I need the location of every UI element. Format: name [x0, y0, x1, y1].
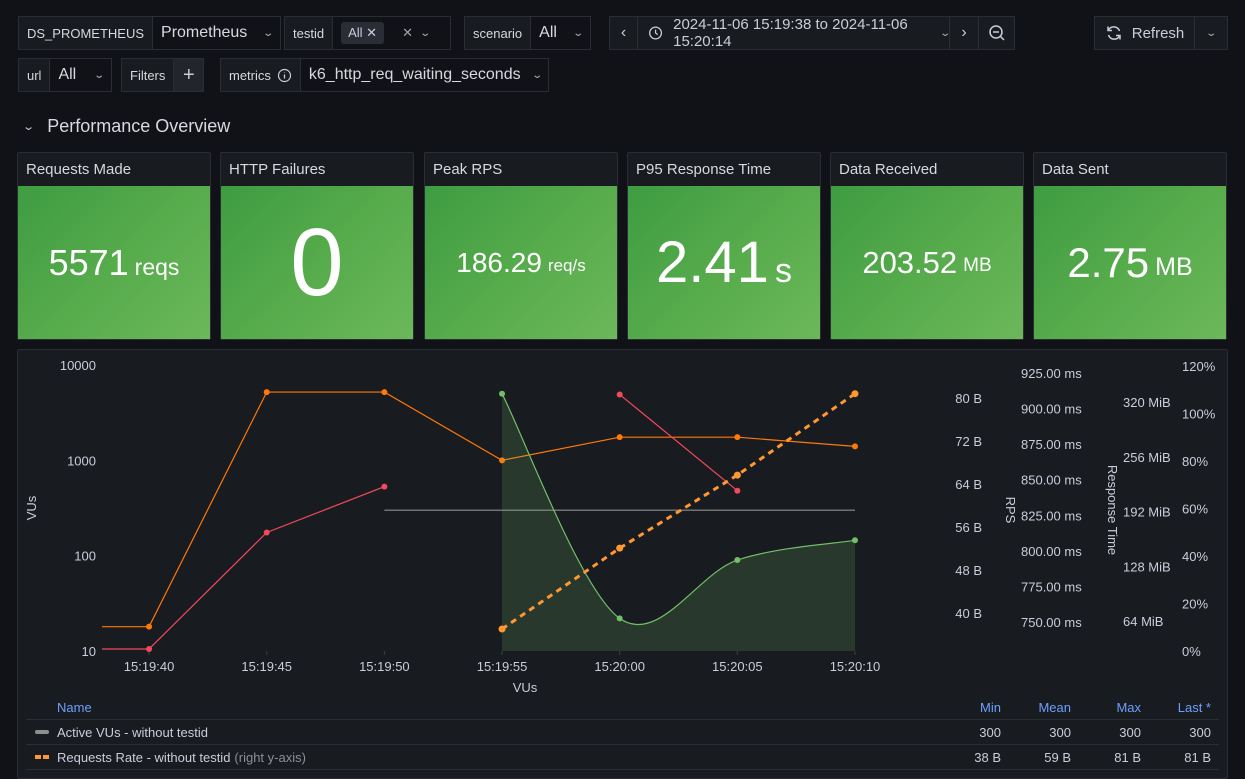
legend-series-name[interactable]: Requests Rate - without testid — [57, 750, 230, 765]
legend-header-mean[interactable]: Mean — [1001, 700, 1071, 715]
legend-series-name[interactable]: Active VUs - without testid — [57, 725, 208, 740]
series-color-swatch[interactable] — [35, 755, 49, 759]
y-tick-label: 1000 — [67, 453, 96, 468]
right-y-tick-label: 128 MiB — [1123, 559, 1171, 574]
right-y-tick-label: 925.00 ms — [1021, 366, 1082, 381]
x-tick-label: 15:20:10 — [830, 659, 881, 674]
right-y-tick-label: 900.00 ms — [1021, 402, 1082, 417]
legend-series-name-cell: Requests Rate - without testid (right y-… — [26, 750, 931, 765]
legend-header: Name Min Mean Max Last * — [26, 696, 1219, 720]
data-point — [851, 390, 859, 398]
x-tick-label: 15:20:05 — [712, 659, 763, 674]
data-point — [263, 529, 270, 536]
x-axis-title: VUs — [513, 680, 538, 695]
right-y-axis-title: Response Time — [1105, 465, 1120, 555]
right-y-tick-label: 192 MiB — [1123, 505, 1171, 520]
right-y-tick-label: 40% — [1182, 549, 1208, 564]
data-point — [734, 434, 741, 441]
legend-series-name-cell: Active VUs - without testid — [26, 725, 931, 740]
y-tick-label: 10 — [82, 644, 96, 659]
y-axis-title: VUs — [24, 495, 39, 520]
legend-max: 300 — [1119, 724, 1141, 740]
series-line — [619, 394, 738, 492]
legend-header-last[interactable]: Last * — [1141, 700, 1219, 715]
data-point — [734, 487, 741, 494]
right-y-tick-label: 48 B — [955, 563, 982, 578]
right-y-tick-label: 72 B — [955, 434, 982, 449]
right-y-tick-label: 800.00 ms — [1021, 544, 1082, 559]
legend-min: 300 — [979, 724, 1001, 740]
legend-series-axis-note: (right y-axis) — [234, 749, 306, 765]
y-tick-label: 10000 — [60, 358, 96, 373]
data-point — [852, 537, 858, 544]
right-y-tick-label: 20% — [1182, 597, 1208, 612]
right-y-tick-label: 0% — [1182, 644, 1201, 659]
data-point — [733, 471, 741, 479]
timeseries-chart[interactable]: 10 100 1000 10000 VUs 15:19:40 15:19:45 15:19:5… — [0, 0, 1245, 700]
data-point — [381, 389, 388, 396]
legend-min: 38 B — [974, 749, 1001, 765]
right-y-axis-title: RPS — [1003, 497, 1018, 524]
y-tick-label: 100 — [74, 549, 96, 564]
right-y-tick-label: 825.00 ms — [1021, 508, 1082, 523]
right-y-tick-label: 100% — [1182, 407, 1216, 422]
right-y-tick-label: 875.00 ms — [1021, 437, 1082, 452]
right-y-tick-label: 775.00 ms — [1021, 579, 1082, 594]
data-point — [616, 544, 624, 552]
legend-header-name[interactable]: Name — [26, 700, 931, 715]
legend-mean: 59 B — [1044, 749, 1071, 765]
legend-max: 81 B — [1114, 749, 1141, 765]
data-point — [616, 391, 623, 398]
legend-last: 81 B — [1184, 749, 1211, 765]
series-color-swatch[interactable] — [35, 730, 49, 734]
right-y-tick-label: 40 B — [955, 606, 982, 621]
data-point — [499, 390, 506, 397]
data-point — [616, 615, 623, 622]
legend-table: Name Min Mean Max Last * Active VUs - wi… — [26, 696, 1219, 770]
right-y-tick-label: 120% — [1182, 359, 1216, 374]
right-y-tick-label: 850.00 ms — [1021, 473, 1082, 488]
right-y-tick-label: 64 MiB — [1123, 614, 1163, 629]
x-tick-label: 15:19:55 — [477, 659, 528, 674]
data-point — [146, 645, 153, 652]
x-tick-label: 15:19:40 — [124, 659, 175, 674]
legend-header-max[interactable]: Max — [1071, 700, 1141, 715]
data-point — [852, 443, 858, 450]
right-y-tick-label: 56 B — [955, 520, 982, 535]
legend-row[interactable]: Active VUs - without testid 300 300 300 … — [26, 720, 1219, 745]
data-point — [616, 434, 623, 441]
x-tick-label: 15:19:50 — [359, 659, 410, 674]
x-tick-label: 15:19:45 — [241, 659, 292, 674]
right-y-tick-label: 64 B — [955, 477, 982, 492]
legend-last: 300 — [1189, 724, 1211, 740]
data-point — [381, 483, 388, 490]
legend-mean: 300 — [1049, 724, 1071, 740]
legend-row[interactable]: Requests Rate - without testid (right y-… — [26, 745, 1219, 770]
right-y-tick-label: 60% — [1182, 502, 1208, 517]
series-line — [102, 486, 385, 650]
series-area-fill — [502, 393, 855, 651]
data-point — [146, 623, 153, 630]
right-y-tick-label: 256 MiB — [1123, 450, 1171, 465]
right-y-tick-label: 750.00 ms — [1021, 615, 1082, 630]
right-y-tick-label: 80 B — [955, 391, 982, 406]
data-point — [263, 389, 270, 396]
right-y-tick-label: 80% — [1182, 454, 1208, 469]
data-point — [734, 557, 741, 564]
data-point — [498, 625, 506, 633]
x-tick-label: 15:20:00 — [594, 659, 645, 674]
legend-header-min[interactable]: Min — [931, 700, 1001, 715]
right-y-tick-label: 320 MiB — [1123, 395, 1171, 410]
